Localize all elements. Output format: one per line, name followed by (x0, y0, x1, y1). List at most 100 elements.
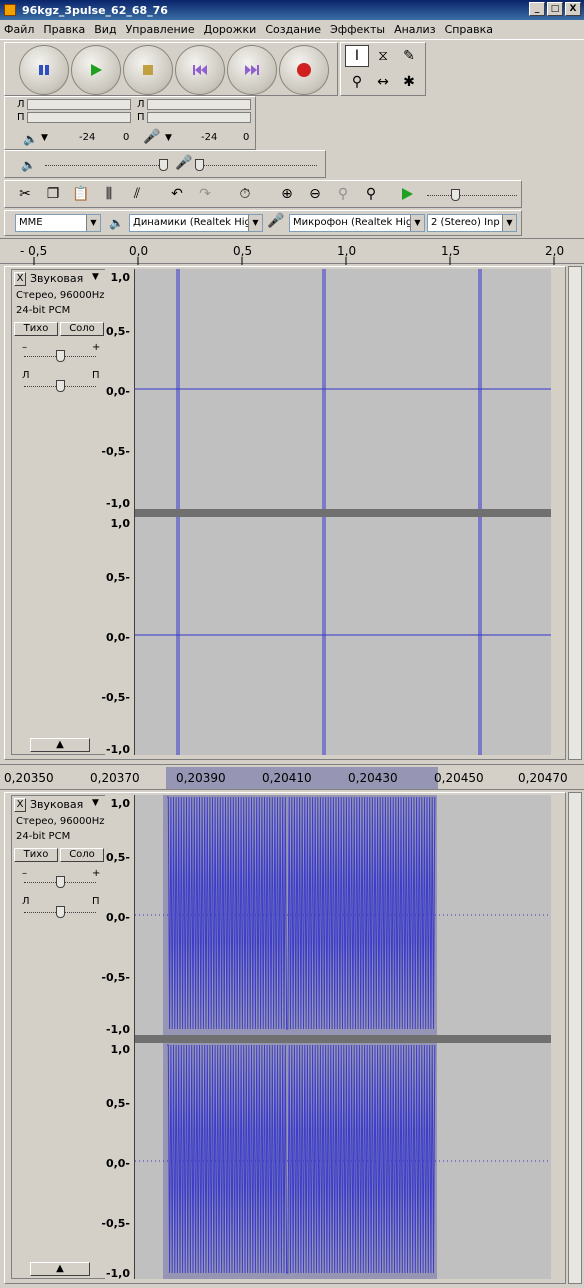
collapse-track-button[interactable]: ▲ (30, 1262, 90, 1276)
solo-button[interactable]: Соло (60, 848, 104, 862)
paste-button[interactable]: 📋 (69, 183, 93, 205)
y-tick: 1,0 (110, 797, 131, 810)
copy-button[interactable]: ❐ (41, 183, 65, 205)
input-volume-thumb[interactable] (195, 159, 204, 171)
menu-file[interactable]: Файл (4, 23, 34, 36)
rec-meter-menu-arrow[interactable]: ▼ (165, 133, 172, 143)
play-meter-menu-arrow[interactable]: ▼ (41, 133, 48, 143)
silence-button[interactable]: ⫽ (125, 183, 149, 205)
close-button[interactable]: X (565, 2, 581, 16)
timeshift-tool-button[interactable]: ↔ (371, 71, 395, 93)
trim-button[interactable]: ⫼ (97, 183, 121, 205)
track-name[interactable]: Звуковая (30, 272, 83, 285)
vertical-ruler[interactable]: 1,0 0,5- 0,0- -0,5- -1,0 1,0 0,5- 0,0- -… (101, 269, 135, 756)
play-at-speed-button[interactable] (395, 183, 419, 205)
draw-tool-button[interactable]: ✎ (397, 45, 421, 67)
pan-thumb[interactable] (56, 906, 65, 918)
host-select[interactable]: MME ▼ (15, 214, 101, 232)
channels-arrow[interactable]: ▼ (502, 215, 516, 231)
mute-button[interactable]: Тихо (14, 322, 58, 336)
zoom-out-button[interactable]: ⊖ (303, 183, 327, 205)
envelope-icon: ⧖ (378, 48, 388, 64)
ruler-bottom-label: 0,20470 (518, 771, 568, 785)
output-volume-thumb[interactable] (159, 159, 168, 171)
menu-help[interactable]: Справка (445, 23, 493, 36)
play-meter-left[interactable] (27, 99, 131, 110)
mute-button[interactable]: Тихо (14, 848, 58, 862)
stop-button[interactable] (123, 45, 173, 95)
menu-transport[interactable]: Управление (126, 23, 195, 36)
selection-tool-button[interactable]: I (345, 45, 369, 67)
waveform-track-2[interactable] (135, 795, 551, 1279)
cut-button[interactable]: ✂ (13, 183, 37, 205)
zoom-tool-button[interactable]: ⚲ (345, 71, 369, 93)
vertical-ruler[interactable]: 1,0 0,5- 0,0- -0,5- -1,0 1,0 0,5- 0,0- -… (101, 795, 135, 1280)
fit-project-button[interactable]: ⚲ (359, 183, 383, 205)
gain-thumb[interactable] (56, 350, 65, 362)
fit-selection-button[interactable]: ⚲ (331, 183, 355, 205)
pan-thumb[interactable] (56, 380, 65, 392)
vertical-scrollbar[interactable] (568, 266, 582, 760)
ruler-bottom-label: 0,20410 (262, 771, 312, 785)
menu-generate[interactable]: Создание (265, 23, 321, 36)
skip-start-button[interactable] (175, 45, 225, 95)
timeline-ruler-top[interactable]: - 0,5 0,0 0,5 1,0 1,5 2,0 (0, 238, 584, 265)
microphone-icon: 🎤 (143, 129, 161, 145)
redo-button[interactable]: ↷ (193, 183, 217, 205)
output-volume-slider[interactable] (45, 165, 165, 166)
solo-button[interactable]: Соло (60, 322, 104, 336)
play-speed-thumb[interactable] (451, 189, 460, 201)
undo-button[interactable]: ↶ (165, 183, 189, 205)
menu-analyze[interactable]: Анализ (394, 23, 436, 36)
waveform-track-1[interactable] (135, 269, 551, 755)
menu-tracks[interactable]: Дорожки (204, 23, 257, 36)
play-button[interactable] (71, 45, 121, 95)
multi-tool-button[interactable]: ✱ (397, 71, 421, 93)
track-menu-arrow[interactable]: ▼ (92, 272, 99, 282)
zoom-in-button[interactable]: ⊕ (275, 183, 299, 205)
input-device-icon: 🎤 (267, 213, 285, 229)
timeline-ruler-bottom[interactable]: 0,20350 0,20370 0,20390 0,20410 0,20430 … (0, 764, 584, 790)
collapse-track-button[interactable]: ▲ (30, 738, 90, 752)
menu-view[interactable]: Вид (94, 23, 116, 36)
play-meter-right[interactable] (27, 112, 131, 123)
rec-meter-left[interactable] (147, 99, 251, 110)
track-close-button[interactable]: X (14, 272, 26, 286)
input-device-select[interactable]: Микрофон (Realtek High ▼ (289, 214, 425, 232)
pause-button[interactable] (19, 45, 69, 95)
track-panel-1: X Звуковая ▼ Стерео, 96000Hz 24-bit PCM … (4, 266, 566, 760)
y-tick: 0,5- (105, 851, 130, 864)
play-speed-slider[interactable] (427, 195, 517, 196)
output-device-arrow[interactable]: ▼ (248, 215, 262, 231)
sync-lock-button[interactable]: ⏱ (233, 183, 257, 205)
record-icon (297, 63, 311, 77)
track-close-button[interactable]: X (14, 798, 26, 812)
input-device-arrow[interactable]: ▼ (410, 215, 424, 231)
track-menu-arrow[interactable]: ▼ (92, 798, 99, 808)
track-format-bits: 24-bit PCM (16, 831, 71, 842)
envelope-tool-button[interactable]: ⧖ (371, 45, 395, 67)
input-volume-slider[interactable] (195, 165, 317, 166)
host-select-arrow[interactable]: ▼ (86, 215, 100, 231)
input-volume-icon: 🎤 (175, 155, 193, 171)
y-tick: -0,5- (101, 445, 130, 458)
channels-select[interactable]: 2 (Stereo) Inp ▼ (427, 214, 517, 232)
gain-thumb[interactable] (56, 876, 65, 888)
track-name[interactable]: Звуковая (30, 798, 83, 811)
menu-edit[interactable]: Правка (43, 23, 85, 36)
y-tick: 0,0- (105, 1157, 130, 1170)
y-tick: -1,0 (105, 497, 130, 510)
menu-effects[interactable]: Эффекты (330, 23, 385, 36)
skip-end-button[interactable] (227, 45, 277, 95)
rec-meter-right[interactable] (147, 112, 251, 123)
y-tick: 0,5- (105, 1097, 130, 1110)
output-device-icon: 🔈 (109, 216, 124, 230)
gain-minus-label: – (22, 868, 27, 879)
maximize-button[interactable]: □ (547, 2, 563, 16)
ruler-bottom-label: 0,20370 (90, 771, 140, 785)
skip-end-icon (245, 65, 259, 75)
record-button[interactable] (279, 45, 329, 95)
output-device-select[interactable]: Динамики (Realtek High ▼ (129, 214, 263, 232)
minimize-button[interactable]: _ (529, 2, 545, 16)
vertical-scrollbar[interactable] (568, 792, 582, 1284)
